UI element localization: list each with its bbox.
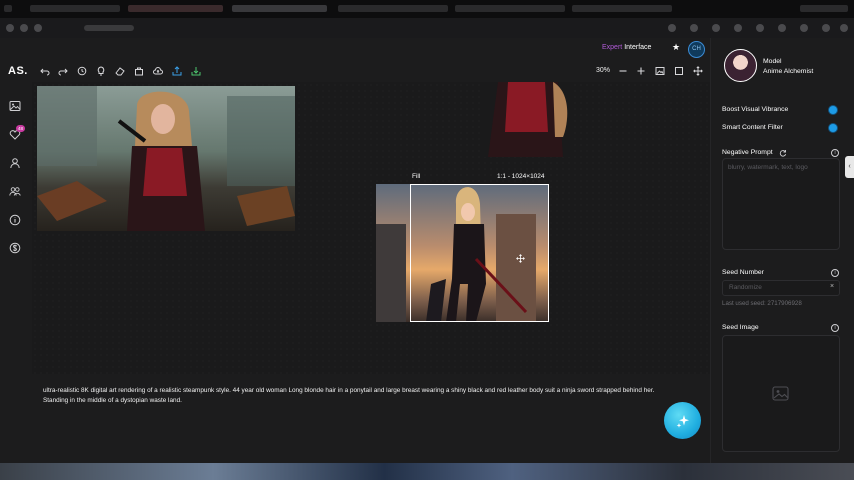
star-icon[interactable]: ★: [672, 42, 680, 53]
seed-image-label: Seed Image: [722, 324, 759, 331]
browser-tab[interactable]: [455, 5, 565, 12]
bag-icon[interactable]: [134, 66, 144, 76]
negative-prompt-input[interactable]: [722, 158, 840, 250]
extension-icon[interactable]: [712, 24, 720, 32]
browser-tab[interactable]: [4, 5, 12, 12]
favorites-count-badge: 48: [16, 125, 25, 132]
eraser-icon[interactable]: [115, 66, 125, 76]
fill-label[interactable]: Fill: [412, 173, 420, 180]
info-circle-icon[interactable]: [9, 214, 21, 226]
clear-seed-icon[interactable]: ×: [830, 283, 834, 290]
user-icon[interactable]: [9, 157, 21, 169]
community-icon[interactable]: [9, 185, 21, 197]
user-avatar[interactable]: CH: [688, 41, 705, 58]
browser-tab[interactable]: [572, 5, 672, 12]
gallery-icon[interactable]: [9, 100, 21, 112]
seed-placeholder: Randomize: [729, 284, 762, 291]
info-icon[interactable]: i: [831, 149, 839, 157]
cloud-upload-icon[interactable]: [153, 66, 163, 76]
url-field[interactable]: [84, 25, 134, 31]
prompt-text[interactable]: ultra-realistic 8K digital art rendering…: [43, 386, 673, 406]
expert-interface-toggle[interactable]: Expert Interface: [602, 44, 651, 51]
app-logo[interactable]: AS.: [8, 65, 28, 77]
extension-icon[interactable]: [668, 24, 676, 32]
zoom-out-icon[interactable]: [618, 66, 628, 76]
forward-icon[interactable]: [20, 24, 28, 32]
browser-tab-active[interactable]: [232, 5, 327, 12]
negative-prompt-placeholder: blurry, watermark, text, logo: [728, 164, 808, 171]
model-title: Model: [763, 58, 782, 65]
redo-icon[interactable]: [58, 66, 68, 76]
generate-button[interactable]: [664, 402, 701, 439]
browser-tab[interactable]: [30, 5, 120, 12]
info-icon[interactable]: i: [831, 324, 839, 332]
browser-tab-strip: [0, 0, 854, 18]
menu-icon[interactable]: [840, 24, 848, 32]
seed-number-label: Seed Number: [722, 269, 764, 276]
upload-icon[interactable]: [172, 66, 182, 76]
expert-prefix: Expert: [602, 44, 623, 51]
extension-icon[interactable]: [822, 24, 830, 32]
panel-collapse-handle[interactable]: ‹: [845, 156, 854, 178]
generated-image-1[interactable]: [37, 86, 295, 231]
favorites-nav[interactable]: 48: [9, 125, 25, 140]
aspect-size-label[interactable]: 1:1 - 1024×1024: [497, 173, 545, 180]
history-icon[interactable]: [77, 66, 87, 76]
extension-icon[interactable]: [778, 24, 786, 32]
extension-icon[interactable]: [756, 24, 764, 32]
os-taskbar: [0, 463, 854, 480]
refresh-icon[interactable]: [779, 149, 787, 157]
warrior-illustration-2: [488, 82, 568, 157]
browser-address-bar: [0, 18, 854, 38]
browser-tab[interactable]: [128, 5, 223, 12]
model-avatar[interactable]: [724, 49, 757, 82]
zoom-in-icon[interactable]: [636, 66, 646, 76]
frame-icon[interactable]: [674, 66, 684, 76]
extension-icon[interactable]: [800, 24, 808, 32]
boost-toggle[interactable]: [829, 106, 837, 114]
undo-icon[interactable]: [40, 66, 50, 76]
move-cursor-icon: [516, 254, 525, 263]
boost-label: Boost Visual Vibrance: [722, 106, 789, 113]
image-placeholder-icon: [772, 386, 789, 401]
move-icon[interactable]: [693, 66, 703, 76]
last-used-seed: Last used seed: 2717906928: [722, 300, 802, 307]
bulb-icon[interactable]: [96, 66, 106, 76]
extension-icon[interactable]: [734, 24, 742, 32]
reload-icon[interactable]: [34, 24, 42, 32]
fill-selection-frame[interactable]: [410, 184, 549, 322]
download-icon[interactable]: [191, 66, 201, 76]
image-icon[interactable]: [655, 66, 665, 76]
app-window: Expert Interface ★ CH AS. 30% 48 Fill 1:…: [0, 38, 854, 463]
warrior-illustration-1: [37, 86, 295, 231]
negative-prompt-label: Negative Prompt: [722, 149, 773, 156]
filter-label: Smart Content Filter: [722, 124, 783, 131]
filter-toggle[interactable]: [829, 124, 837, 132]
window-controls[interactable]: [800, 5, 848, 12]
sparkle-icon: [676, 414, 689, 428]
back-icon[interactable]: [6, 24, 14, 32]
model-name[interactable]: Anime Alchemist: [763, 68, 813, 75]
info-icon[interactable]: i: [831, 269, 839, 277]
generated-image-2[interactable]: [483, 82, 573, 157]
extension-icon[interactable]: [690, 24, 698, 32]
browser-tab[interactable]: [338, 5, 448, 12]
zoom-level: 30%: [596, 67, 611, 74]
dollar-icon[interactable]: [9, 242, 21, 254]
expert-suffix: Interface: [624, 44, 652, 51]
